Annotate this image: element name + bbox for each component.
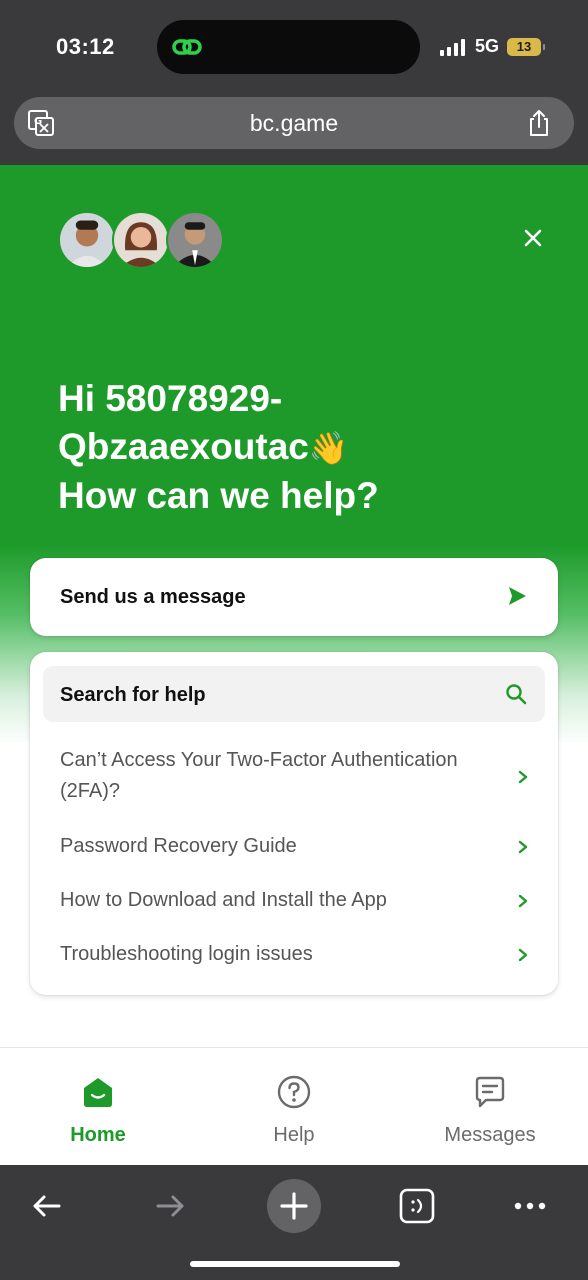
avatar (58, 211, 116, 269)
forward-arrow-icon (156, 1195, 184, 1217)
nav-home-label: Home (70, 1124, 126, 1146)
support-avatars (58, 211, 224, 269)
status-time: 03:12 (56, 34, 115, 59)
network-type: 5G (475, 36, 500, 56)
chevron-right-icon (518, 948, 528, 962)
browser-top-bar: 03:12 5G 13 G bc.game (0, 0, 588, 165)
help-article-title: How to Download and Install the App (60, 889, 387, 911)
more-button[interactable] (503, 1179, 557, 1233)
url-text[interactable]: bc.game (14, 110, 574, 137)
share-icon[interactable] (524, 108, 554, 138)
greeting-line-3: How can we help? (58, 475, 379, 516)
help-article-link[interactable]: Troubleshooting login issues (60, 939, 530, 970)
status-indicators: 5G 13 (440, 36, 546, 57)
plus-icon (280, 1192, 308, 1220)
more-icon (514, 1202, 546, 1210)
avatar (112, 211, 170, 269)
bottom-navigation: Home Help Messages (0, 1047, 588, 1165)
dynamic-island (157, 20, 420, 74)
battery-icon: 13 (507, 37, 546, 56)
nav-messages-label: Messages (444, 1124, 536, 1146)
search-help-label: Search for help (60, 684, 206, 706)
messages-icon (475, 1076, 505, 1108)
greeting-line-2: Qbzaaexoutac (58, 426, 309, 467)
greeting-heading: Hi 58078929- Qbzaaexoutac👋 How can we he… (58, 375, 379, 520)
avatar (166, 211, 224, 269)
search-help-button[interactable]: Search for help (43, 666, 545, 722)
home-icon (84, 1078, 112, 1107)
send-icon (509, 587, 526, 605)
send-message-button[interactable]: Send us a message (30, 558, 558, 636)
chevron-right-icon (518, 840, 528, 854)
back-button[interactable] (20, 1179, 74, 1233)
help-card: Search for help Can’t Access Your Two-Fa… (30, 652, 558, 995)
send-message-label: Send us a message (60, 586, 246, 608)
help-article-title: Password Recovery Guide (60, 835, 297, 857)
greeting-line-1: Hi 58078929- (58, 378, 283, 419)
nav-messages[interactable]: Messages (410, 1074, 570, 1147)
help-article-link[interactable]: Can’t Access Your Two-Factor Authenticat… (60, 745, 530, 807)
forward-button[interactable] (143, 1179, 197, 1233)
nav-home[interactable]: Home (18, 1074, 178, 1147)
nav-help[interactable]: Help (214, 1074, 374, 1147)
help-article-title: Troubleshooting login issues (60, 943, 313, 965)
tabs-button[interactable] (390, 1179, 444, 1233)
home-indicator (190, 1261, 400, 1267)
help-icon (277, 1075, 311, 1109)
help-article-link[interactable]: How to Download and Install the App (60, 885, 530, 916)
nav-help-label: Help (273, 1124, 315, 1146)
address-bar[interactable]: G bc.game (14, 97, 574, 149)
chevron-right-icon (518, 894, 528, 908)
browser-toolbar (0, 1165, 588, 1280)
search-icon (506, 684, 527, 705)
wave-emoji: 👋 (308, 430, 349, 466)
link-icon (172, 39, 202, 55)
back-arrow-icon (33, 1195, 61, 1217)
new-tab-button[interactable] (267, 1179, 321, 1233)
close-icon[interactable] (518, 223, 548, 253)
tabs-icon (399, 1188, 435, 1224)
help-article-link[interactable]: Password Recovery Guide (60, 831, 530, 862)
help-article-title: Can’t Access Your Two-Factor Authenticat… (60, 749, 458, 802)
signal-icon (440, 38, 465, 56)
chevron-right-icon (518, 770, 528, 784)
